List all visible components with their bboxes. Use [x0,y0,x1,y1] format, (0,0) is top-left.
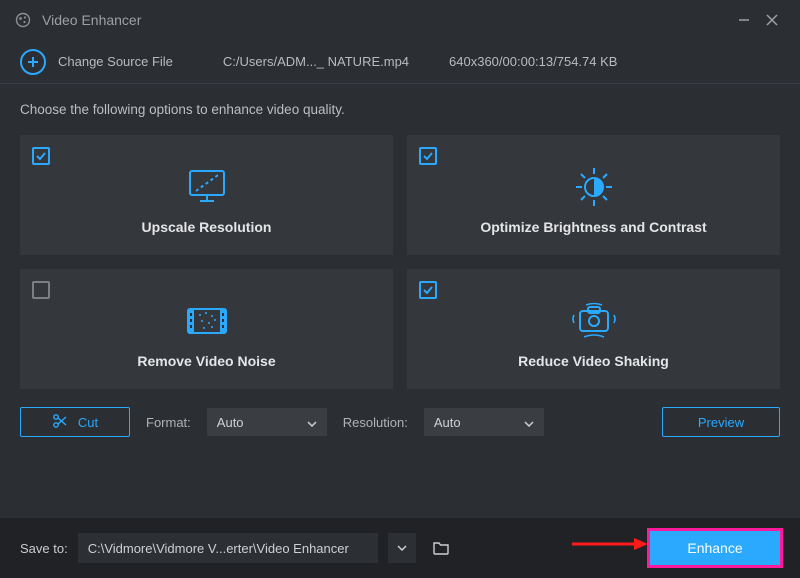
source-meta: 640x360/00:00:13/754.74 KB [449,54,617,69]
enhance-label: Enhance [687,540,742,556]
resolution-select[interactable]: Auto [424,408,544,436]
card-label: Optimize Brightness and Contrast [480,219,706,235]
app-logo-icon [14,11,32,29]
card-upscale-resolution[interactable]: Upscale Resolution [20,135,393,255]
scissors-icon [52,413,68,432]
upscale-icon [182,163,232,211]
save-to-label: Save to: [20,541,68,556]
resolution-label: Resolution: [343,415,408,430]
format-select[interactable]: Auto [207,408,327,436]
card-label: Upscale Resolution [142,219,272,235]
minimize-button[interactable] [730,6,758,34]
change-source-link[interactable]: Change Source File [58,54,173,69]
option-grid: Upscale Resolution [20,135,780,389]
shaking-icon [568,297,620,345]
checkbox-upscale[interactable] [32,147,50,165]
app-title: Video Enhancer [42,12,141,28]
footer: Save to: C:\Vidmore\Vidmore V...erter\Vi… [0,518,800,578]
noise-icon [182,297,232,345]
brightness-icon [570,163,618,211]
chevron-down-icon [307,415,317,430]
checkbox-shaking[interactable] [419,281,437,299]
add-source-icon[interactable] [20,49,46,75]
save-path-dropdown[interactable] [388,533,416,563]
close-button[interactable] [758,6,786,34]
source-bar: Change Source File C:/Users/ADM..._ NATU… [0,40,800,84]
preview-label: Preview [698,415,744,430]
card-brightness-contrast[interactable]: Optimize Brightness and Contrast [407,135,780,255]
card-label: Reduce Video Shaking [518,353,669,369]
format-value: Auto [217,415,244,430]
save-path-value: C:\Vidmore\Vidmore V...erter\Video Enhan… [88,541,349,556]
checkbox-noise[interactable] [32,281,50,299]
enhance-button[interactable]: Enhance [650,531,780,565]
preview-button[interactable]: Preview [662,407,780,437]
card-reduce-shaking[interactable]: Reduce Video Shaking [407,269,780,389]
cut-label: Cut [78,415,98,430]
instruction-text: Choose the following options to enhance … [20,102,780,117]
card-label: Remove Video Noise [137,353,275,369]
checkbox-brightness[interactable] [419,147,437,165]
format-label: Format: [146,415,191,430]
save-path-input[interactable]: C:\Vidmore\Vidmore V...erter\Video Enhan… [78,533,378,563]
resolution-value: Auto [434,415,461,430]
open-folder-button[interactable] [426,533,456,563]
main-area: Choose the following options to enhance … [0,84,800,437]
controls-row: Cut Format: Auto Resolution: Auto Previe… [20,389,780,437]
titlebar: Video Enhancer [0,0,800,40]
chevron-down-icon [524,415,534,430]
card-remove-noise[interactable]: Remove Video Noise [20,269,393,389]
cut-button[interactable]: Cut [20,407,130,437]
annotation-arrow-icon [570,535,650,556]
source-path: C:/Users/ADM..._ NATURE.mp4 [223,54,409,69]
